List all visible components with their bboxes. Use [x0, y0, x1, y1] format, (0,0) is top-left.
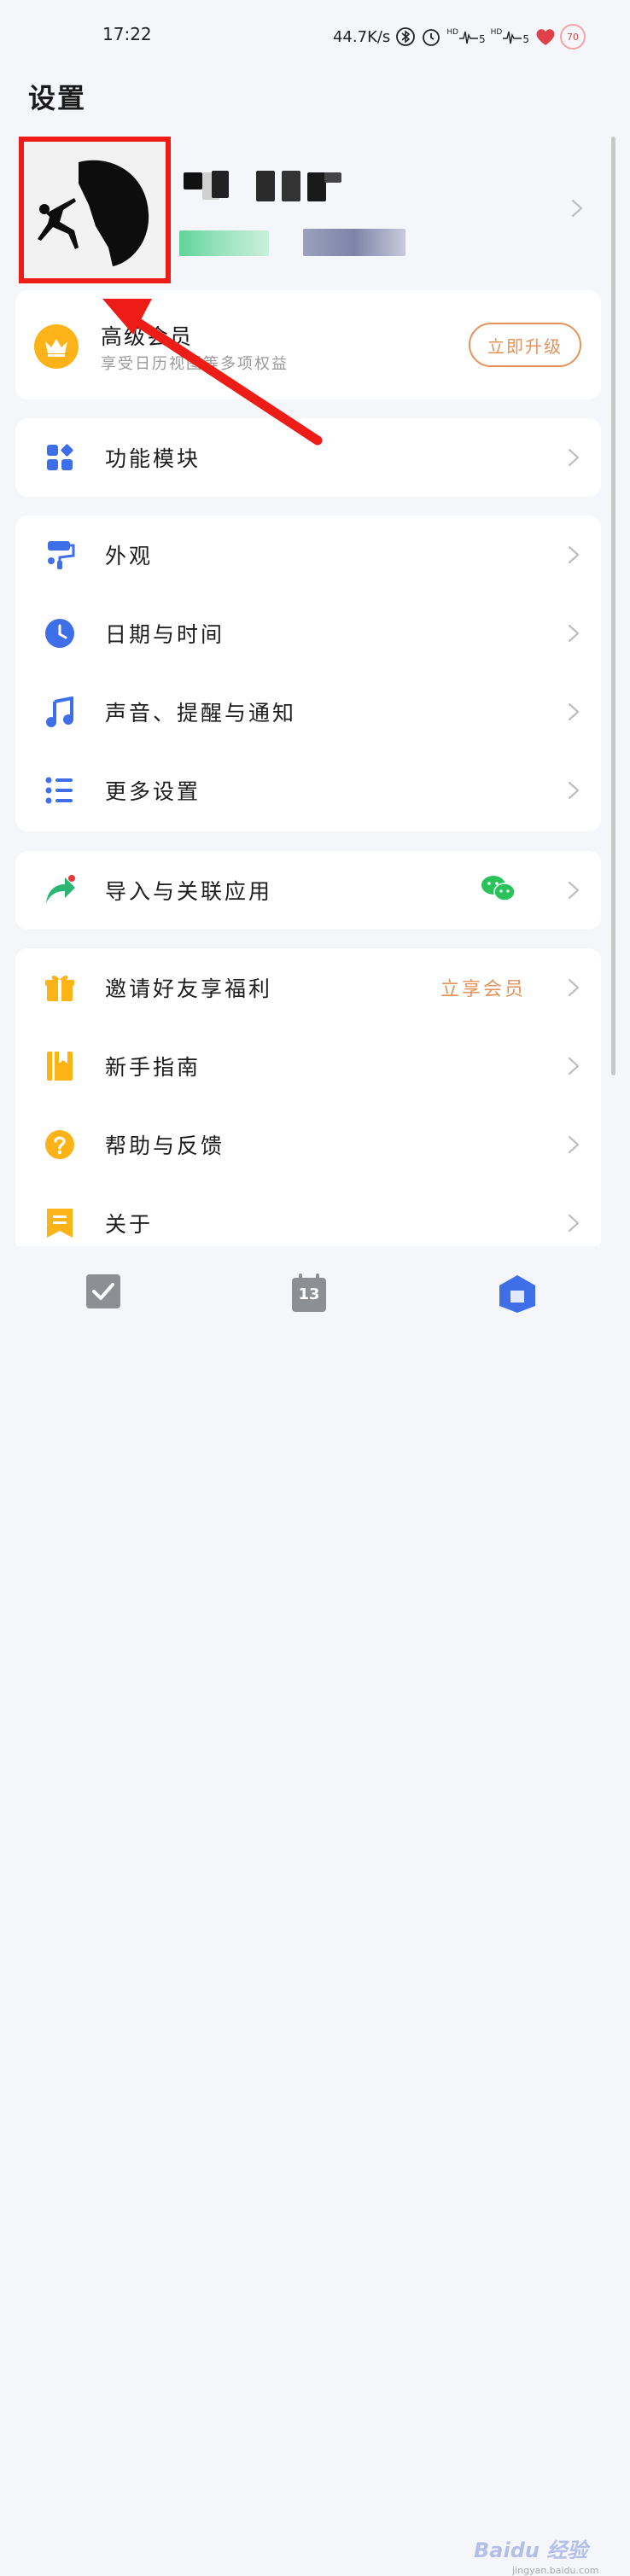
menu-item-label: 新手指南 — [105, 1055, 201, 1080]
status-bar: 17:22 44.7K/s HD 5 HD 5 70 — [0, 0, 630, 68]
menu-item-help[interactable]: 帮助与反馈 — [15, 1105, 601, 1184]
menu-item-label: 更多设置 — [105, 779, 201, 804]
wechat-icon — [481, 874, 516, 906]
home-icon — [499, 1275, 535, 1313]
status-icons: 44.7K/s HD 5 HD 5 70 — [333, 24, 586, 50]
menu-item-label: 导入与关联应用 — [105, 879, 273, 904]
display-settings-card: 外观 日期与时间 声音、提醒与通知 更多设置 — [15, 516, 601, 831]
menu-item-guide[interactable]: 新手指南 — [15, 1027, 601, 1105]
chevron-right-icon — [567, 447, 580, 468]
crown-icon — [34, 324, 79, 369]
menu-item-import[interactable]: 导入与关联应用 — [15, 851, 601, 930]
book-icon — [43, 1049, 77, 1083]
watermark: Baidu 经验 — [474, 2538, 588, 2562]
chevron-right-icon — [567, 880, 580, 900]
menu-item-sound[interactable]: 声音、提醒与通知 — [15, 673, 601, 751]
chevron-right-icon — [567, 1213, 580, 1233]
watermark-url: jingyan.baidu.com — [512, 2565, 599, 2576]
battery-indicator: 70 — [560, 24, 586, 50]
heart-icon — [534, 26, 555, 47]
chevron-right-icon — [567, 1056, 580, 1076]
menu-item-label: 日期与时间 — [105, 622, 225, 647]
bluetooth-icon — [395, 26, 416, 47]
vip-subtitle: 享受日历视图等多项权益 — [101, 355, 289, 373]
menu-item-label: 邀请好友享福利 — [105, 976, 273, 1001]
menu-item-modules[interactable]: 功能模块 — [15, 418, 601, 497]
question-icon — [43, 1128, 77, 1162]
import-card: 导入与关联应用 — [15, 851, 601, 930]
paint-roller-icon — [43, 538, 77, 572]
network-speed: 44.7K/s — [332, 27, 391, 46]
signal-1: HD 5 — [446, 28, 485, 45]
chevron-right-icon — [567, 977, 580, 998]
vip-card[interactable]: 高级会员 享受日历视图等多项权益 立即升级 — [15, 290, 601, 399]
list-icon — [43, 773, 77, 807]
checkbox-icon — [86, 1274, 120, 1308]
invite-reward-label: 立享会员 — [440, 979, 527, 1000]
profile-chevron-right-icon — [570, 198, 584, 219]
menu-item-label: 功能模块 — [105, 446, 201, 471]
clock-icon — [43, 616, 77, 650]
upgrade-button[interactable]: 立即升级 — [469, 323, 581, 367]
chevron-right-icon — [567, 623, 580, 644]
menu-item-more-settings[interactable]: 更多设置 — [15, 751, 601, 830]
hd-label-1: HD — [446, 28, 459, 37]
menu-item-label: 帮助与反馈 — [105, 1134, 225, 1158]
status-time: 17:22 — [102, 24, 152, 44]
support-card: 邀请好友享福利 立享会员 新手指南 帮助与反馈 关于 — [15, 948, 601, 1251]
chevron-right-icon — [567, 1134, 580, 1155]
signal-2-strength: 5 — [522, 33, 529, 45]
grid-icon — [43, 440, 77, 475]
bottom-tab-bar: 13 Baidu 经验 jingyan.baidu.com — [0, 1246, 630, 2576]
scrollbar[interactable] — [611, 137, 615, 1075]
tab-tasks[interactable] — [85, 1273, 121, 1313]
music-note-icon — [43, 695, 77, 729]
avatar[interactable] — [19, 137, 171, 283]
menu-item-label: 外观 — [105, 544, 154, 568]
chevron-right-icon — [567, 780, 580, 801]
tab-profile[interactable] — [497, 1273, 538, 1316]
share-arrow-icon — [43, 873, 77, 907]
page-title: 设置 — [28, 82, 87, 114]
menu-item-datetime[interactable]: 日期与时间 — [15, 594, 601, 673]
vip-title: 高级会员 — [101, 324, 194, 349]
calendar-day: 13 — [298, 1285, 320, 1303]
menu-item-label: 关于 — [105, 1212, 154, 1237]
tab-calendar[interactable]: 13 — [291, 1273, 327, 1316]
menu-item-label: 声音、提醒与通知 — [105, 701, 297, 726]
profile-header[interactable] — [0, 137, 630, 286]
menu-item-invite[interactable]: 邀请好友享福利 立享会员 — [15, 948, 601, 1027]
signal-1-strength: 5 — [479, 33, 486, 45]
chevron-right-icon — [567, 702, 580, 722]
alarm-icon — [421, 26, 441, 47]
gift-icon — [43, 970, 77, 1005]
hd-label-2: HD — [490, 28, 503, 37]
modules-card: 功能模块 — [15, 418, 601, 497]
signal-2: HD 5 — [491, 28, 529, 45]
chevron-right-icon — [567, 545, 580, 565]
menu-item-appearance[interactable]: 外观 — [15, 516, 601, 594]
climber-avatar-icon — [27, 145, 162, 273]
bookmark-icon — [43, 1206, 77, 1240]
